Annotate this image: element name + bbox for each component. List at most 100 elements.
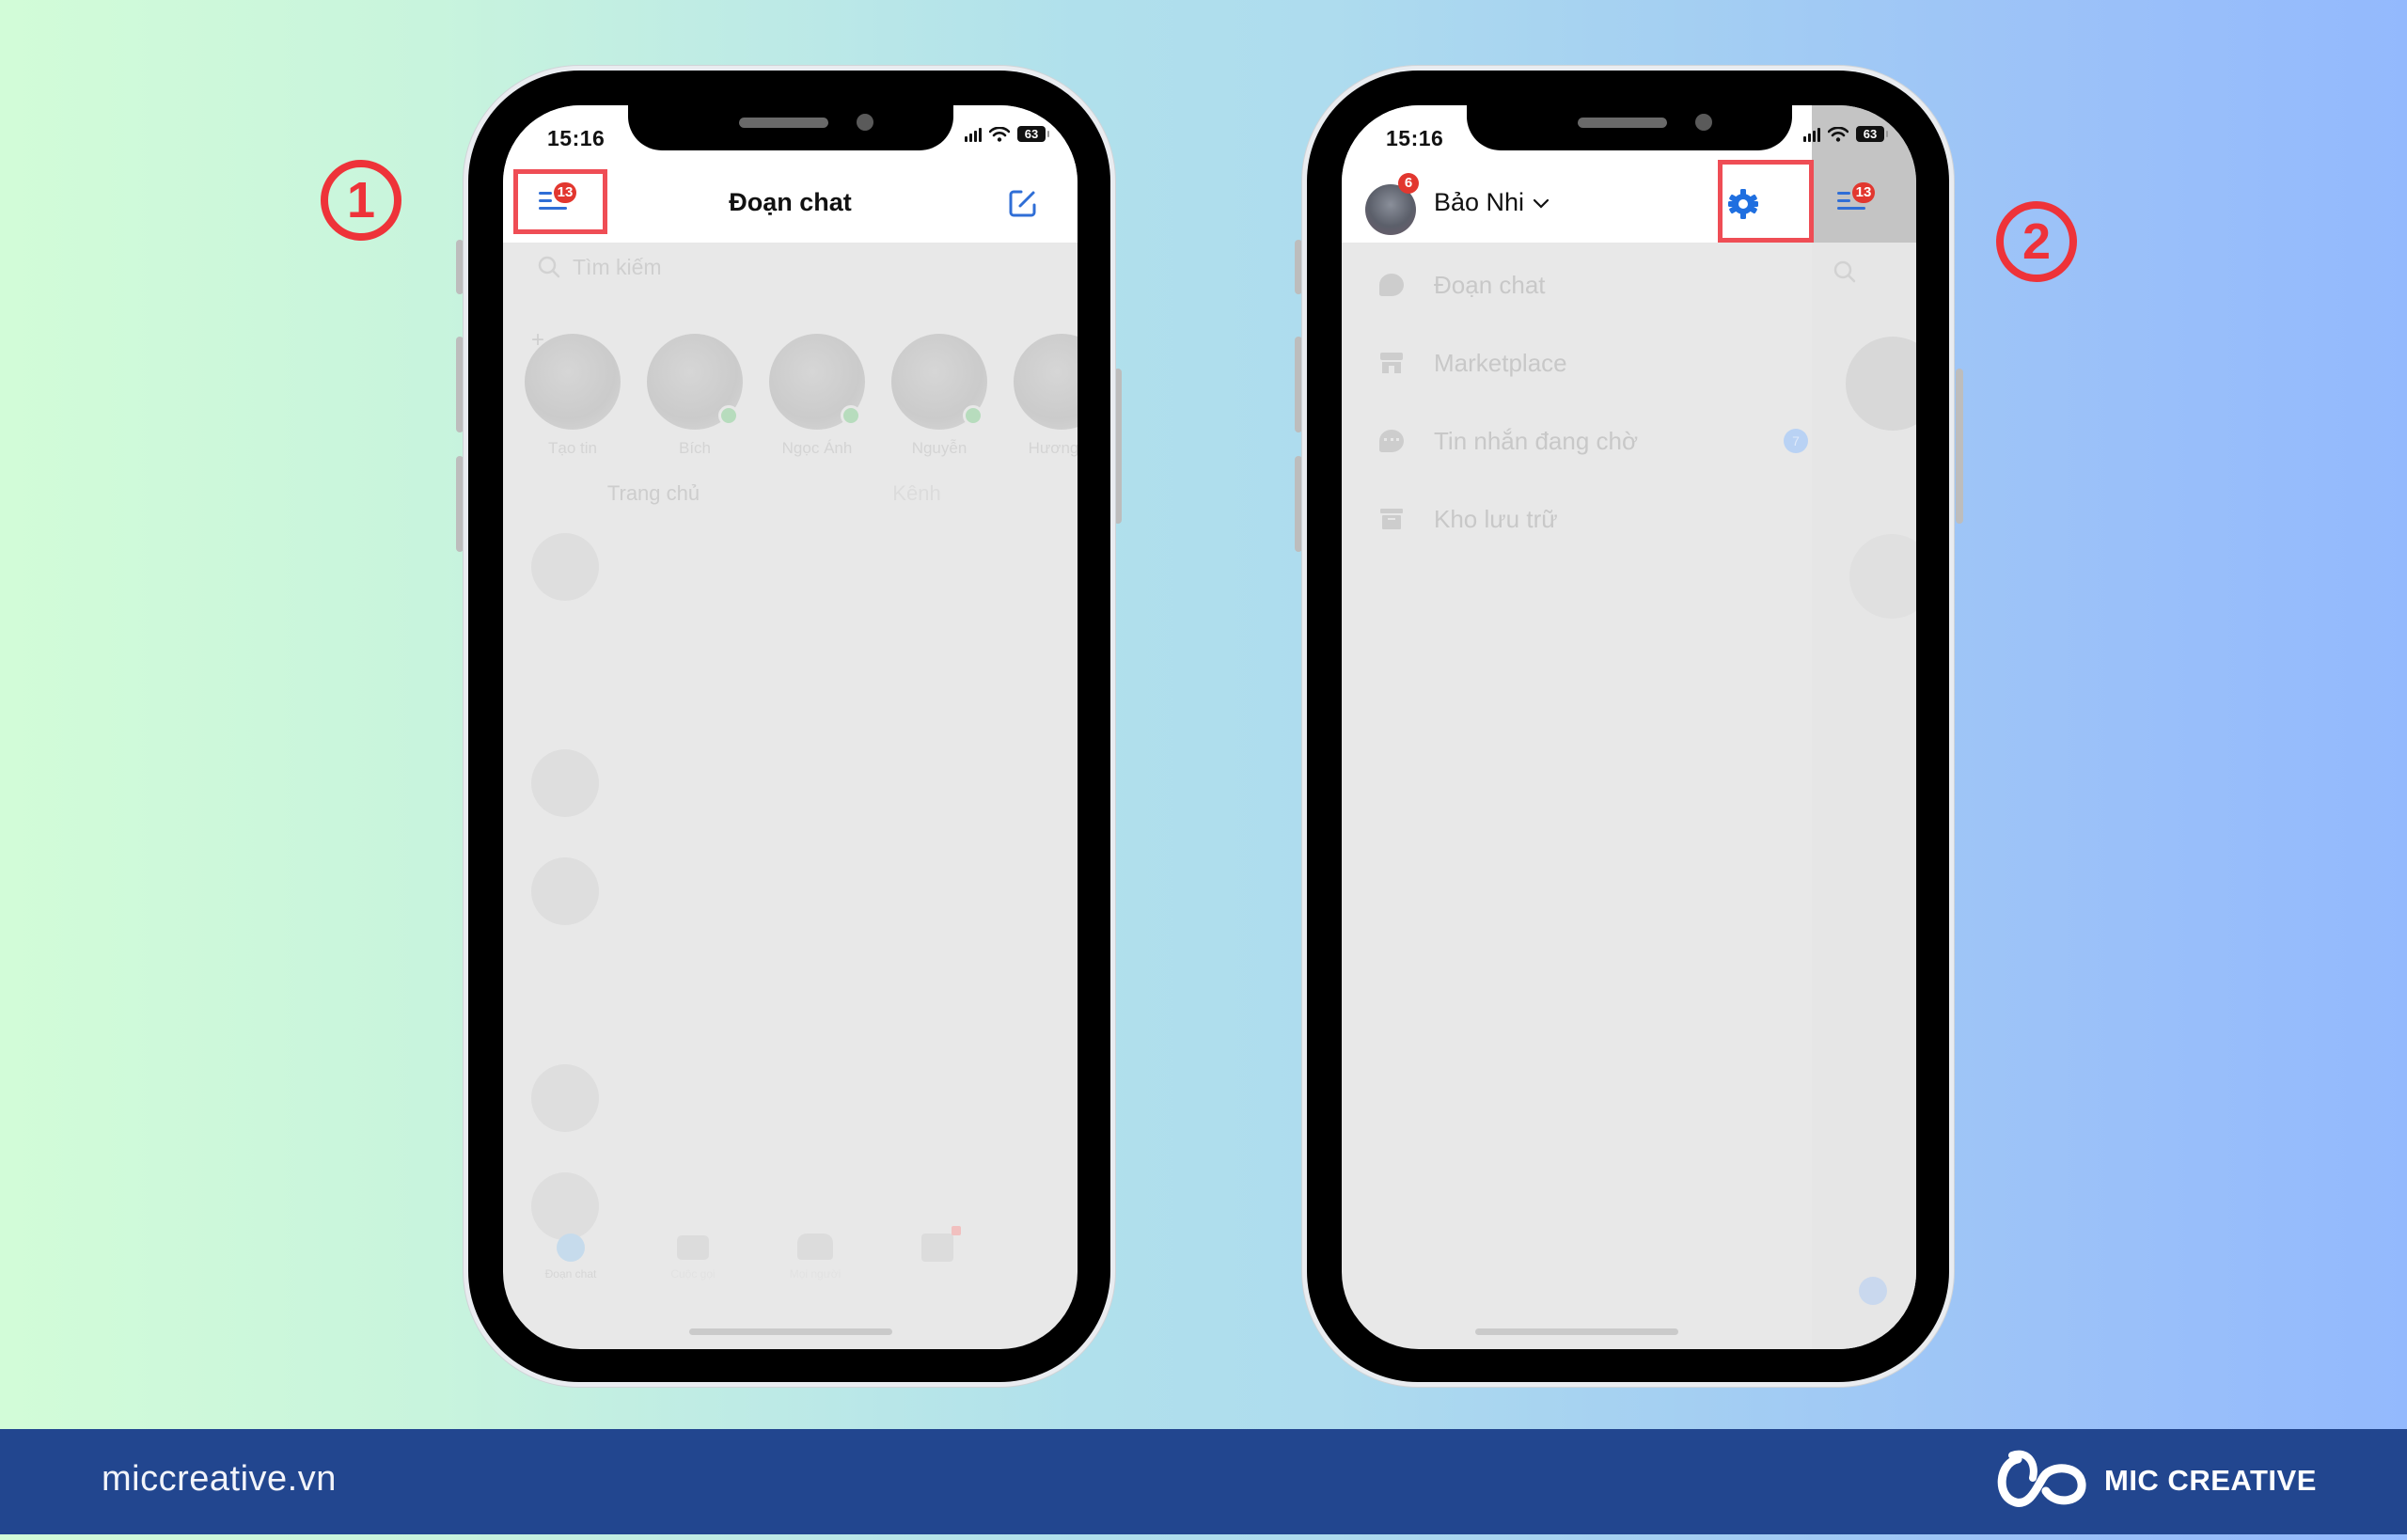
phone-silent-switch	[1295, 240, 1302, 294]
chat-avatar[interactable]	[531, 857, 599, 925]
menu-label: Tin nhắn đang chờ	[1434, 426, 1639, 455]
chat-avatar	[1849, 534, 1916, 619]
status-time: 15:16	[547, 126, 606, 150]
store-icon	[1379, 351, 1404, 375]
chat-bubble-icon	[1379, 273, 1404, 297]
search-icon	[1833, 260, 1856, 283]
phone-volume-up	[456, 337, 464, 432]
people-icon	[797, 1234, 833, 1260]
search-bar[interactable]: Tìm kiếm	[537, 248, 1045, 286]
notch	[627, 105, 953, 150]
chat-avatar[interactable]	[531, 1064, 599, 1132]
front-camera	[1694, 114, 1712, 131]
battery-indicator: 63	[1856, 126, 1888, 142]
online-indicator	[841, 405, 861, 426]
online-indicator	[718, 405, 739, 426]
step-marker-2: 2	[1996, 201, 2077, 282]
status-icons: 63	[965, 126, 1049, 142]
status-icons: 63	[1803, 126, 1888, 142]
signal-icon	[1803, 127, 1820, 142]
menu-badge: 13	[1852, 182, 1875, 203]
menu-item-pending-messages[interactable]: Tin nhắn đang chờ 7	[1379, 417, 1878, 464]
footer-banner: miccreative.vn MIC CREATIVE	[0, 1429, 2407, 1534]
signal-icon	[965, 127, 982, 142]
footer-website[interactable]: miccreative.vn	[102, 1459, 337, 1500]
highlight-box	[1718, 160, 1814, 243]
brand-logo: MIC CREATIVE	[1990, 1450, 2317, 1512]
notch	[1466, 105, 1792, 150]
chat-avatar[interactable]	[531, 533, 599, 601]
messenger-menu-screen: 15:16 63 6 Bảo Nhi 13 Đoạn chat Marketpl…	[1342, 105, 1916, 1349]
menu-item-chats[interactable]: Đoạn chat	[1379, 261, 1546, 308]
menu-label: Đoạn chat	[1434, 270, 1546, 299]
profile-name: Bảo Nhi	[1434, 188, 1525, 216]
phone-power-button	[1956, 369, 1963, 524]
story-avatar[interactable]	[1014, 334, 1078, 430]
chat-bubble-icon	[557, 1234, 585, 1262]
wifi-icon	[989, 126, 1010, 142]
brand-name: MIC CREATIVE	[2104, 1464, 2317, 1497]
page-title: Đoạn chat	[729, 188, 852, 216]
story-name: Nguyễn	[911, 439, 968, 457]
video-call-icon	[677, 1235, 709, 1260]
speaker	[738, 118, 828, 128]
chats-header: 13 Đoạn chat	[503, 169, 1078, 243]
tab-home[interactable]: Trang chủ	[559, 481, 747, 506]
nav-label: Mọi người	[789, 1267, 842, 1281]
battery-indicator: 63	[1017, 126, 1049, 142]
nav-stories[interactable]: Tin	[890, 1226, 984, 1281]
chat-avatar[interactable]	[531, 749, 599, 817]
phone-left: 15:16 63 13 Đoạn chat Tìm kiếm + Tạo tin…	[468, 71, 1110, 1382]
nav-label: Tin	[929, 1267, 946, 1281]
compose-icon	[1009, 190, 1036, 217]
nav-label: Cuộc gọi	[670, 1267, 716, 1281]
nav-calls[interactable]: Cuộc gọi	[646, 1234, 740, 1281]
home-indicator	[1475, 1328, 1678, 1335]
pending-message-icon	[1379, 429, 1404, 453]
phone-right: 15:16 63 6 Bảo Nhi 13 Đoạn chat Marketpl…	[1307, 71, 1949, 1382]
phone-volume-down	[456, 456, 464, 552]
nav-chats	[1849, 1277, 1896, 1314]
menu-label: Kho lưu trữ	[1434, 504, 1558, 533]
archive-icon	[1379, 507, 1404, 531]
nav-people[interactable]: Mọi người	[768, 1234, 862, 1281]
step-number: 1	[346, 172, 376, 228]
wifi-icon	[1828, 126, 1849, 142]
bottom-nav: Đoạn chat Cuộc gọi Mọi người Tin	[503, 1226, 1078, 1318]
story-name: Ngọc Ánh	[781, 439, 853, 457]
phone-power-button	[1114, 369, 1122, 524]
phone-volume-up	[1295, 337, 1302, 432]
profile-switcher[interactable]: Bảo Nhi	[1434, 188, 1550, 217]
stories-icon	[921, 1226, 961, 1262]
step-number: 2	[2022, 213, 2052, 270]
underlying-chats-sliver	[1812, 243, 1916, 1349]
pending-count-badge: 7	[1784, 429, 1808, 453]
phone-silent-switch	[456, 240, 464, 294]
home-indicator	[688, 1328, 892, 1335]
online-indicator	[963, 405, 983, 426]
step-marker-1: 1	[321, 160, 401, 241]
chat-bubble-icon	[1859, 1277, 1887, 1305]
chevron-down-icon	[1533, 198, 1550, 209]
menu-item-archive[interactable]: Kho lưu trữ	[1379, 495, 1558, 542]
story-name: Bích	[678, 439, 712, 457]
chat-avatar[interactable]	[531, 1172, 599, 1240]
story-avatar	[1846, 337, 1916, 431]
messenger-chats-screen: 15:16 63 13 Đoạn chat Tìm kiếm + Tạo tin…	[503, 105, 1078, 1349]
search-icon	[538, 256, 560, 278]
phone-volume-down	[1295, 456, 1302, 552]
compose-button[interactable]	[1008, 188, 1042, 222]
search-input[interactable]: Tìm kiếm	[573, 255, 662, 280]
menu-button[interactable]: 13	[1837, 171, 1903, 237]
story-name: Hương C	[1028, 439, 1078, 457]
nav-label: Đoạn chat	[544, 1267, 597, 1281]
front-camera	[856, 114, 873, 131]
menu-item-marketplace[interactable]: Marketplace	[1379, 339, 1567, 386]
nav-chats[interactable]: Đoạn chat	[524, 1234, 618, 1281]
tab-channels[interactable]: Kênh	[823, 481, 1011, 506]
story-name: Tạo tin	[548, 439, 597, 457]
speaker	[1577, 118, 1667, 128]
infinity-logo-icon	[1997, 1450, 2086, 1507]
profile-badge: 6	[1398, 173, 1419, 194]
add-story-icon: +	[531, 327, 545, 353]
